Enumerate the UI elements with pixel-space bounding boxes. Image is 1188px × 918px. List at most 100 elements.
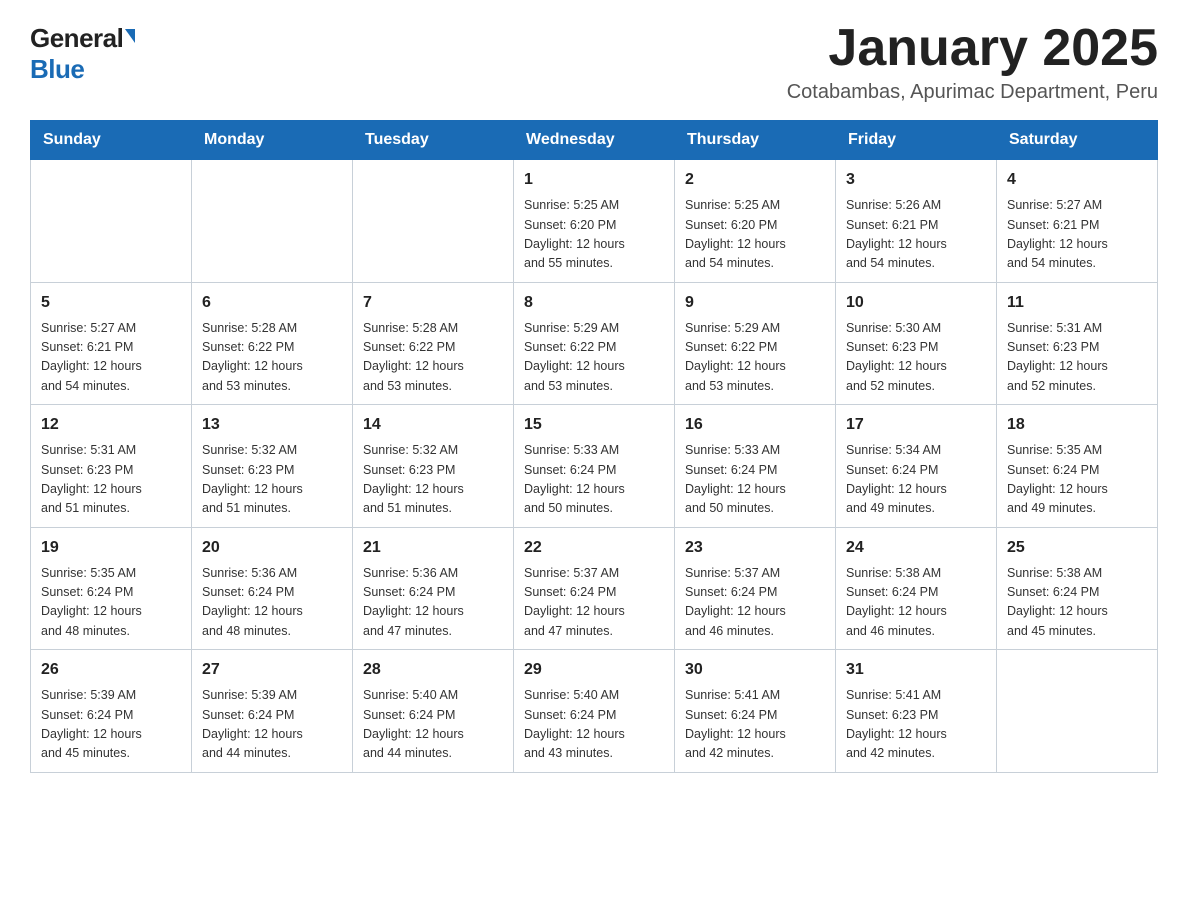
day-number: 16 — [685, 413, 825, 437]
calendar-subtitle: Cotabambas, Apurimac Department, Peru — [787, 81, 1158, 104]
calendar-cell: 14 Sunrise: 5:32 AM Sunset: 6:23 PM Dayli… — [353, 405, 514, 528]
weekday-header-friday: Friday — [836, 121, 997, 160]
day-number: 14 — [363, 413, 503, 437]
day-number: 25 — [1007, 536, 1147, 560]
calendar-cell — [31, 160, 192, 283]
day-number: 15 — [524, 413, 664, 437]
day-number: 5 — [41, 291, 181, 315]
calendar-cell: 9 Sunrise: 5:29 AM Sunset: 6:22 PM Daylig… — [675, 282, 836, 405]
day-info: Sunrise: 5:33 AM Sunset: 6:24 PM Dayligh… — [524, 441, 664, 519]
day-info: Sunrise: 5:36 AM Sunset: 6:24 PM Dayligh… — [363, 564, 503, 642]
calendar-cell — [997, 650, 1158, 773]
calendar-cell: 28Sunrise: 5:40 AM Sunset: 6:24 PM Dayli… — [353, 650, 514, 773]
calendar-table: SundayMondayTuesdayWednesdayThursdayFrid… — [30, 120, 1158, 773]
day-number: 30 — [685, 658, 825, 682]
day-info: Sunrise: 5:34 AM Sunset: 6:24 PM Dayligh… — [846, 441, 986, 519]
weekday-header-tuesday: Tuesday — [353, 121, 514, 160]
calendar-cell: 4 Sunrise: 5:27 AM Sunset: 6:21 PM Daylig… — [997, 160, 1158, 283]
day-number: 31 — [846, 658, 986, 682]
day-info: Sunrise: 5:37 AM Sunset: 6:24 PM Dayligh… — [524, 564, 664, 642]
calendar-cell: 19Sunrise: 5:35 AM Sunset: 6:24 PM Dayli… — [31, 527, 192, 650]
day-number: 12 — [41, 413, 181, 437]
day-number: 1 — [524, 168, 664, 192]
calendar-cell — [353, 160, 514, 283]
calendar-cell: 30Sunrise: 5:41 AM Sunset: 6:24 PM Dayli… — [675, 650, 836, 773]
day-info: Sunrise: 5:27 AM Sunset: 6:21 PM Dayligh… — [1007, 196, 1147, 274]
calendar-cell: 5 Sunrise: 5:27 AM Sunset: 6:21 PM Daylig… — [31, 282, 192, 405]
calendar-cell: 15 Sunrise: 5:33 AM Sunset: 6:24 PM Dayli… — [514, 405, 675, 528]
calendar-cell: 22Sunrise: 5:37 AM Sunset: 6:24 PM Dayli… — [514, 527, 675, 650]
weekday-header-row: SundayMondayTuesdayWednesdayThursdayFrid… — [31, 121, 1158, 160]
calendar-cell: 3 Sunrise: 5:26 AM Sunset: 6:21 PM Daylig… — [836, 160, 997, 283]
day-number: 26 — [41, 658, 181, 682]
day-info: Sunrise: 5:25 AM Sunset: 6:20 PM Dayligh… — [524, 196, 664, 274]
weekday-header-saturday: Saturday — [997, 121, 1158, 160]
logo-blue-text: Blue — [30, 55, 84, 84]
day-info: Sunrise: 5:33 AM Sunset: 6:24 PM Dayligh… — [685, 441, 825, 519]
day-info: Sunrise: 5:40 AM Sunset: 6:24 PM Dayligh… — [524, 686, 664, 764]
day-number: 2 — [685, 168, 825, 192]
calendar-header: SundayMondayTuesdayWednesdayThursdayFrid… — [31, 121, 1158, 160]
calendar-cell: 10Sunrise: 5:30 AM Sunset: 6:23 PM Dayli… — [836, 282, 997, 405]
day-info: Sunrise: 5:37 AM Sunset: 6:24 PM Dayligh… — [685, 564, 825, 642]
day-info: Sunrise: 5:29 AM Sunset: 6:22 PM Dayligh… — [685, 319, 825, 397]
day-number: 9 — [685, 291, 825, 315]
day-info: Sunrise: 5:32 AM Sunset: 6:23 PM Dayligh… — [202, 441, 342, 519]
day-number: 4 — [1007, 168, 1147, 192]
day-info: Sunrise: 5:39 AM Sunset: 6:24 PM Dayligh… — [202, 686, 342, 764]
day-number: 11 — [1007, 291, 1147, 315]
weekday-header-sunday: Sunday — [31, 121, 192, 160]
day-info: Sunrise: 5:26 AM Sunset: 6:21 PM Dayligh… — [846, 196, 986, 274]
day-number: 17 — [846, 413, 986, 437]
day-number: 23 — [685, 536, 825, 560]
day-number: 20 — [202, 536, 342, 560]
calendar-week-3: 12 Sunrise: 5:31 AM Sunset: 6:23 PM Dayli… — [31, 405, 1158, 528]
day-info: Sunrise: 5:29 AM Sunset: 6:22 PM Dayligh… — [524, 319, 664, 397]
day-info: Sunrise: 5:40 AM Sunset: 6:24 PM Dayligh… — [363, 686, 503, 764]
logo-triangle-icon — [125, 29, 135, 43]
calendar-cell: 27 Sunrise: 5:39 AM Sunset: 6:24 PM Dayli… — [192, 650, 353, 773]
calendar-week-1: 1 Sunrise: 5:25 AM Sunset: 6:20 PM Daylig… — [31, 160, 1158, 283]
day-info: Sunrise: 5:31 AM Sunset: 6:23 PM Dayligh… — [41, 441, 181, 519]
day-number: 7 — [363, 291, 503, 315]
day-info: Sunrise: 5:31 AM Sunset: 6:23 PM Dayligh… — [1007, 319, 1147, 397]
calendar-cell: 13Sunrise: 5:32 AM Sunset: 6:23 PM Dayli… — [192, 405, 353, 528]
calendar-cell: 8 Sunrise: 5:29 AM Sunset: 6:22 PM Daylig… — [514, 282, 675, 405]
calendar-cell: 17 Sunrise: 5:34 AM Sunset: 6:24 PM Dayli… — [836, 405, 997, 528]
day-info: Sunrise: 5:38 AM Sunset: 6:24 PM Dayligh… — [846, 564, 986, 642]
weekday-header-thursday: Thursday — [675, 121, 836, 160]
day-number: 29 — [524, 658, 664, 682]
calendar-body: 1 Sunrise: 5:25 AM Sunset: 6:20 PM Daylig… — [31, 160, 1158, 773]
day-info: Sunrise: 5:28 AM Sunset: 6:22 PM Dayligh… — [202, 319, 342, 397]
day-info: Sunrise: 5:36 AM Sunset: 6:24 PM Dayligh… — [202, 564, 342, 642]
page-header: General Blue January 2025 Cotabambas, Ap… — [30, 20, 1158, 104]
day-number: 10 — [846, 291, 986, 315]
day-number: 24 — [846, 536, 986, 560]
day-info: Sunrise: 5:41 AM Sunset: 6:23 PM Dayligh… — [846, 686, 986, 764]
day-info: Sunrise: 5:39 AM Sunset: 6:24 PM Dayligh… — [41, 686, 181, 764]
calendar-week-4: 19Sunrise: 5:35 AM Sunset: 6:24 PM Dayli… — [31, 527, 1158, 650]
day-number: 27 — [202, 658, 342, 682]
day-info: Sunrise: 5:35 AM Sunset: 6:24 PM Dayligh… — [41, 564, 181, 642]
calendar-cell: 24 Sunrise: 5:38 AM Sunset: 6:24 PM Dayli… — [836, 527, 997, 650]
day-info: Sunrise: 5:38 AM Sunset: 6:24 PM Dayligh… — [1007, 564, 1147, 642]
day-info: Sunrise: 5:27 AM Sunset: 6:21 PM Dayligh… — [41, 319, 181, 397]
day-number: 6 — [202, 291, 342, 315]
calendar-cell: 20 Sunrise: 5:36 AM Sunset: 6:24 PM Dayli… — [192, 527, 353, 650]
logo-text: General — [30, 24, 135, 53]
day-info: Sunrise: 5:32 AM Sunset: 6:23 PM Dayligh… — [363, 441, 503, 519]
calendar-cell: 7Sunrise: 5:28 AM Sunset: 6:22 PM Daylig… — [353, 282, 514, 405]
day-number: 21 — [363, 536, 503, 560]
calendar-cell: 11 Sunrise: 5:31 AM Sunset: 6:23 PM Dayli… — [997, 282, 1158, 405]
calendar-cell: 29 Sunrise: 5:40 AM Sunset: 6:24 PM Dayli… — [514, 650, 675, 773]
day-number: 3 — [846, 168, 986, 192]
day-info: Sunrise: 5:35 AM Sunset: 6:24 PM Dayligh… — [1007, 441, 1147, 519]
calendar-cell: 25 Sunrise: 5:38 AM Sunset: 6:24 PM Dayli… — [997, 527, 1158, 650]
calendar-cell: 12 Sunrise: 5:31 AM Sunset: 6:23 PM Dayli… — [31, 405, 192, 528]
calendar-week-2: 5 Sunrise: 5:27 AM Sunset: 6:21 PM Daylig… — [31, 282, 1158, 405]
weekday-header-monday: Monday — [192, 121, 353, 160]
day-number: 18 — [1007, 413, 1147, 437]
calendar-cell: 18 Sunrise: 5:35 AM Sunset: 6:24 PM Dayli… — [997, 405, 1158, 528]
day-number: 8 — [524, 291, 664, 315]
calendar-cell: 1 Sunrise: 5:25 AM Sunset: 6:20 PM Daylig… — [514, 160, 675, 283]
